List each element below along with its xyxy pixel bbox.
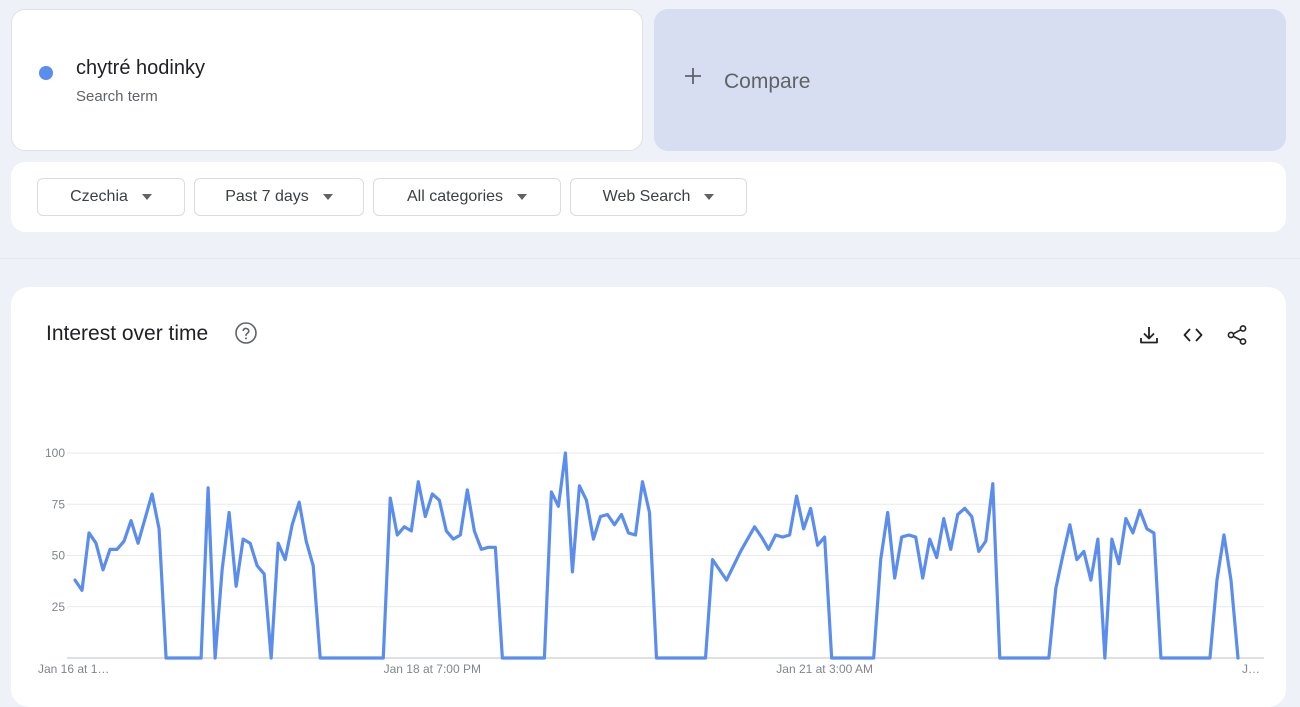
search-term-subtitle: Search term xyxy=(76,88,158,105)
search-term-name[interactable]: chytré hodinky xyxy=(76,57,205,80)
search-type-filter[interactable]: Web Search xyxy=(570,178,747,216)
time-range-filter-label: Past 7 days xyxy=(225,188,309,205)
y-tick-label: 100 xyxy=(45,446,65,460)
x-tick-label: Jan 21 at 3:00 AM xyxy=(776,662,873,676)
y-tick-label: 75 xyxy=(52,497,66,511)
region-filter-label: Czechia xyxy=(70,188,128,205)
y-tick-label: 50 xyxy=(52,549,66,563)
x-tick-label: Jan 18 at 7:00 PM xyxy=(384,662,481,676)
dropdown-caret-icon xyxy=(517,194,528,200)
dropdown-caret-icon xyxy=(322,194,333,200)
x-tick-label: Jan 16 at 1… xyxy=(38,662,109,676)
search-type-filter-label: Web Search xyxy=(602,188,691,205)
time-range-filter[interactable]: Past 7 days xyxy=(194,178,364,216)
compare-label: Compare xyxy=(724,70,811,93)
category-filter-label: All categories xyxy=(406,188,504,205)
search-term-card[interactable]: chytré hodinky Search term xyxy=(11,9,643,151)
plus-icon xyxy=(685,68,701,84)
dropdown-caret-icon xyxy=(704,194,715,200)
filter-bar: Czechia Past 7 days All categories Web S… xyxy=(11,162,1286,232)
region-filter[interactable]: Czechia xyxy=(37,178,185,216)
dropdown-caret-icon xyxy=(141,194,152,200)
interest-over-time-card: Interest over time 25 50 75 100 Jan 16 at 1…… xyxy=(11,287,1286,707)
category-filter[interactable]: All categories xyxy=(373,178,561,216)
y-tick-label: 25 xyxy=(52,600,66,614)
x-tick-label: J… xyxy=(1242,662,1260,676)
interest-line-chart: 25 50 75 100 Jan 16 at 1… Jan 18 at 7:00 PM Ja… xyxy=(38,446,1264,676)
section-divider xyxy=(0,258,1300,259)
compare-button[interactable]: Compare xyxy=(654,9,1286,151)
series-color-dot xyxy=(39,66,53,80)
